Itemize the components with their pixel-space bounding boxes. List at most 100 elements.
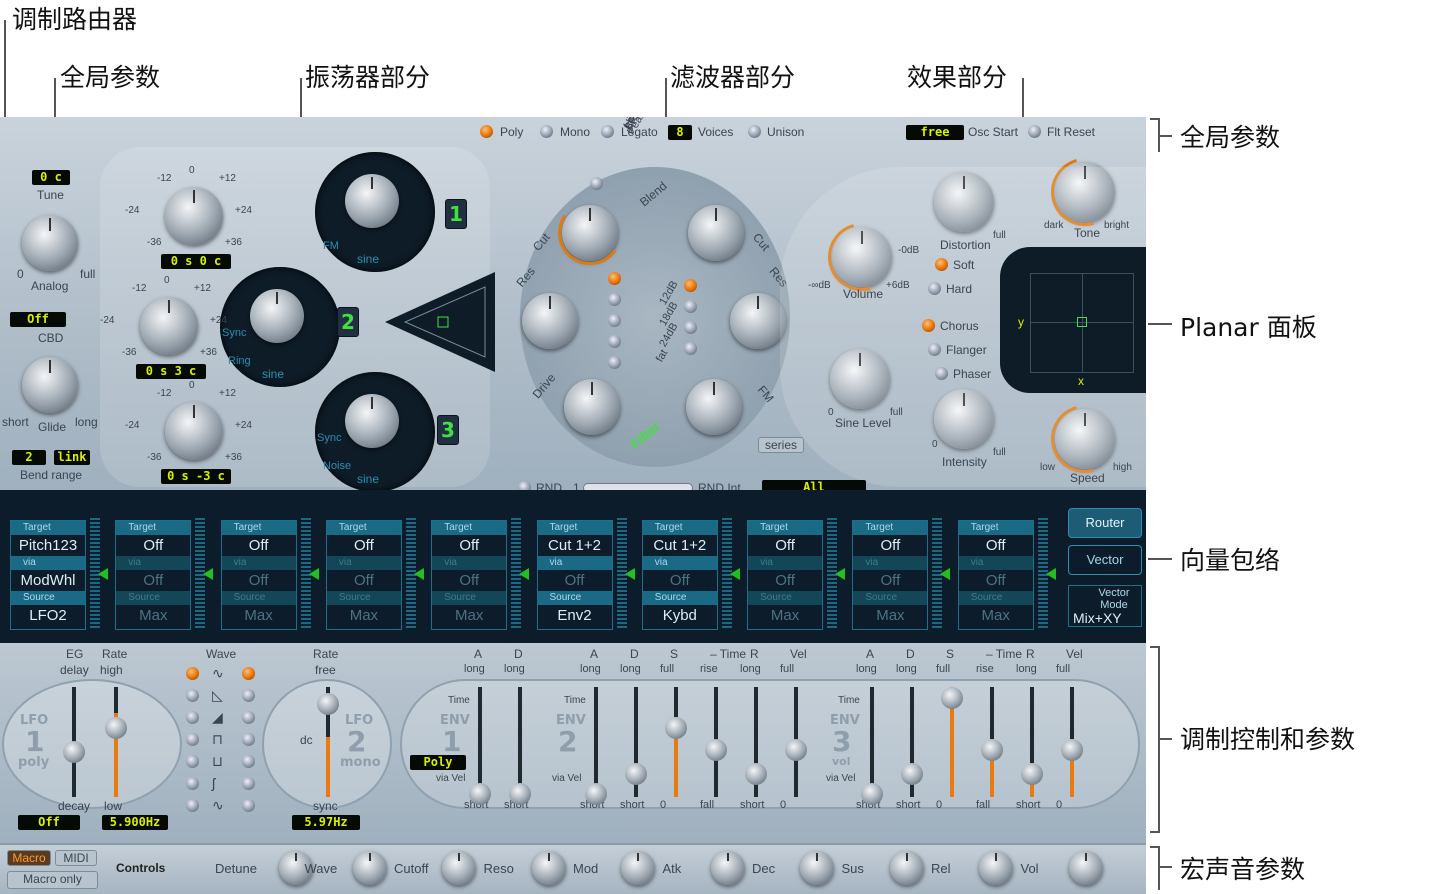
env2-vel-slider[interactable] (785, 687, 807, 797)
lfo2-rate-slider[interactable] (317, 687, 339, 797)
osc3-pitch-knob[interactable] (165, 402, 223, 460)
router-slot[interactable]: Target Off via Off Source Max (115, 520, 192, 630)
env3-d-slider[interactable] (901, 687, 923, 797)
env1-a-slider[interactable] (469, 687, 491, 805)
source-value[interactable]: Max (116, 605, 190, 626)
lfo1-rate-field[interactable]: 5.900Hz (102, 815, 168, 830)
filter2-slope-radio[interactable] (684, 342, 697, 355)
env3-vel-slider[interactable] (1061, 687, 1083, 797)
osc-start-dropdown[interactable]: free (906, 125, 964, 140)
hard-radio[interactable] (928, 282, 941, 295)
macro-atk-knob[interactable] (710, 851, 745, 885)
filter1-type-radio[interactable] (608, 293, 621, 306)
router-slot[interactable]: Target Off via Off Source Max (325, 520, 402, 630)
chorus-radio[interactable] (922, 319, 935, 332)
env2-d-slider[interactable] (625, 687, 647, 797)
macro-wave-knob[interactable] (352, 851, 387, 885)
target-value[interactable]: Off (853, 535, 927, 556)
via-value[interactable]: ModWhl (11, 570, 85, 591)
source-value[interactable]: Max (327, 605, 401, 626)
target-value[interactable]: Off (327, 535, 401, 556)
lfo1-wave-radio[interactable] (186, 689, 199, 702)
env1-d-slider[interactable] (509, 687, 531, 805)
source-value[interactable]: LFO2 (11, 605, 85, 626)
router-slot[interactable]: Target Off via Off Source Max (220, 520, 297, 630)
router-slot[interactable]: Target Off via Off Source Max (852, 520, 929, 630)
filter1-type-radio[interactable] (608, 335, 621, 348)
macro-sus-knob[interactable] (889, 851, 924, 885)
macro-button[interactable]: Macro (7, 850, 51, 866)
macro-rel-knob[interactable] (979, 851, 1013, 885)
target-value[interactable]: Off (222, 535, 296, 556)
lfo2-wave-radio[interactable] (242, 689, 255, 702)
macro-only-button[interactable]: Macro only (7, 871, 98, 889)
env3-time-slider[interactable] (981, 687, 1003, 797)
via-value[interactable]: Off (327, 570, 401, 591)
planar-pad[interactable]: y x (1000, 247, 1146, 393)
via-value[interactable]: Off (853, 570, 927, 591)
target-value[interactable]: Off (116, 535, 190, 556)
router-slot[interactable]: Target Off via Off Source Max (431, 520, 508, 630)
filter-fm-knob[interactable] (686, 379, 742, 435)
midi-button[interactable]: MIDI (55, 850, 97, 866)
glide-knob[interactable] (22, 357, 78, 413)
cutoff2-knob[interactable] (688, 205, 744, 261)
env2-s-slider[interactable] (665, 687, 687, 797)
lfo1-eg-slider[interactable] (63, 687, 85, 797)
router-slot[interactable]: Target Off via Off Source Max (747, 520, 824, 630)
series-toggle[interactable]: series (758, 437, 804, 453)
flt-reset-toggle[interactable] (1028, 125, 1041, 138)
macro-dec-knob[interactable] (800, 851, 834, 885)
target-value[interactable]: Pitch123 (11, 535, 85, 556)
target-value[interactable]: Off (959, 535, 1033, 556)
lfo1-rate-slider[interactable] (105, 687, 127, 797)
source-value[interactable]: Max (432, 605, 506, 626)
bend-down-field[interactable]: 2 (12, 450, 46, 465)
target-value[interactable]: Off (432, 535, 506, 556)
router-slot[interactable]: Target Cut 1+2 via Off Source Env2 (536, 520, 613, 630)
filter2-slope-radio[interactable] (684, 300, 697, 313)
macro-mod-knob[interactable] (621, 851, 655, 885)
filter1-type-radio[interactable] (608, 356, 621, 369)
router-slot[interactable]: Target Pitch123 via ModWhl Source LFO2 (10, 520, 86, 630)
filter2-slope-radio[interactable] (684, 279, 697, 292)
router-slot[interactable]: Target Cut 1+2 via Off Source Kybd (641, 520, 718, 630)
via-value[interactable]: Off (643, 570, 717, 591)
env2-r-slider[interactable] (745, 687, 767, 797)
target-value[interactable]: Cut 1+2 (538, 535, 612, 556)
env2-time-slider[interactable] (705, 687, 727, 797)
unison-toggle[interactable] (748, 125, 761, 138)
lfo1-wave-radio[interactable] (186, 777, 199, 790)
voices-field[interactable]: 8 (668, 125, 692, 140)
via-value[interactable]: Off (748, 570, 822, 591)
lfo2-wave-radio[interactable] (242, 755, 255, 768)
source-value[interactable]: Env2 (538, 605, 612, 626)
flanger-radio[interactable] (928, 343, 941, 356)
source-value[interactable]: Max (959, 605, 1033, 626)
resonance1-knob[interactable] (522, 293, 578, 349)
vector-button[interactable]: Vector (1068, 545, 1142, 575)
osc3-wave-knob[interactable] (345, 394, 399, 448)
via-value[interactable]: Off (959, 570, 1033, 591)
resonance2-knob[interactable] (730, 293, 786, 349)
osc1-pitch-field[interactable]: 0 s 0 c (161, 254, 231, 269)
osc3-toggle[interactable]: 3 (437, 415, 459, 445)
osc2-wave-knob[interactable] (250, 289, 304, 343)
lfo1-wave-radio[interactable] (186, 733, 199, 746)
lfo2-wave-radio[interactable] (242, 799, 255, 812)
lfo1-wave-radio[interactable] (186, 799, 199, 812)
lfo2-wave-radio[interactable] (242, 733, 255, 746)
lfo2-wave-radio[interactable] (242, 711, 255, 724)
source-value[interactable]: Max (853, 605, 927, 626)
lfo1-eg-field[interactable]: Off (18, 815, 80, 830)
osc-mix-triangle[interactable] (380, 267, 500, 377)
lfo1-wave-radio[interactable] (186, 667, 199, 680)
drive-knob[interactable] (564, 379, 620, 435)
lfo2-wave-radio[interactable] (242, 667, 255, 680)
source-value[interactable]: Kybd (643, 605, 717, 626)
env3-a-slider[interactable] (861, 687, 883, 805)
soft-radio[interactable] (935, 258, 948, 271)
target-value[interactable]: Cut 1+2 (643, 535, 717, 556)
poly-radio[interactable] (480, 125, 493, 138)
tune-field[interactable]: 0 c (32, 170, 70, 185)
